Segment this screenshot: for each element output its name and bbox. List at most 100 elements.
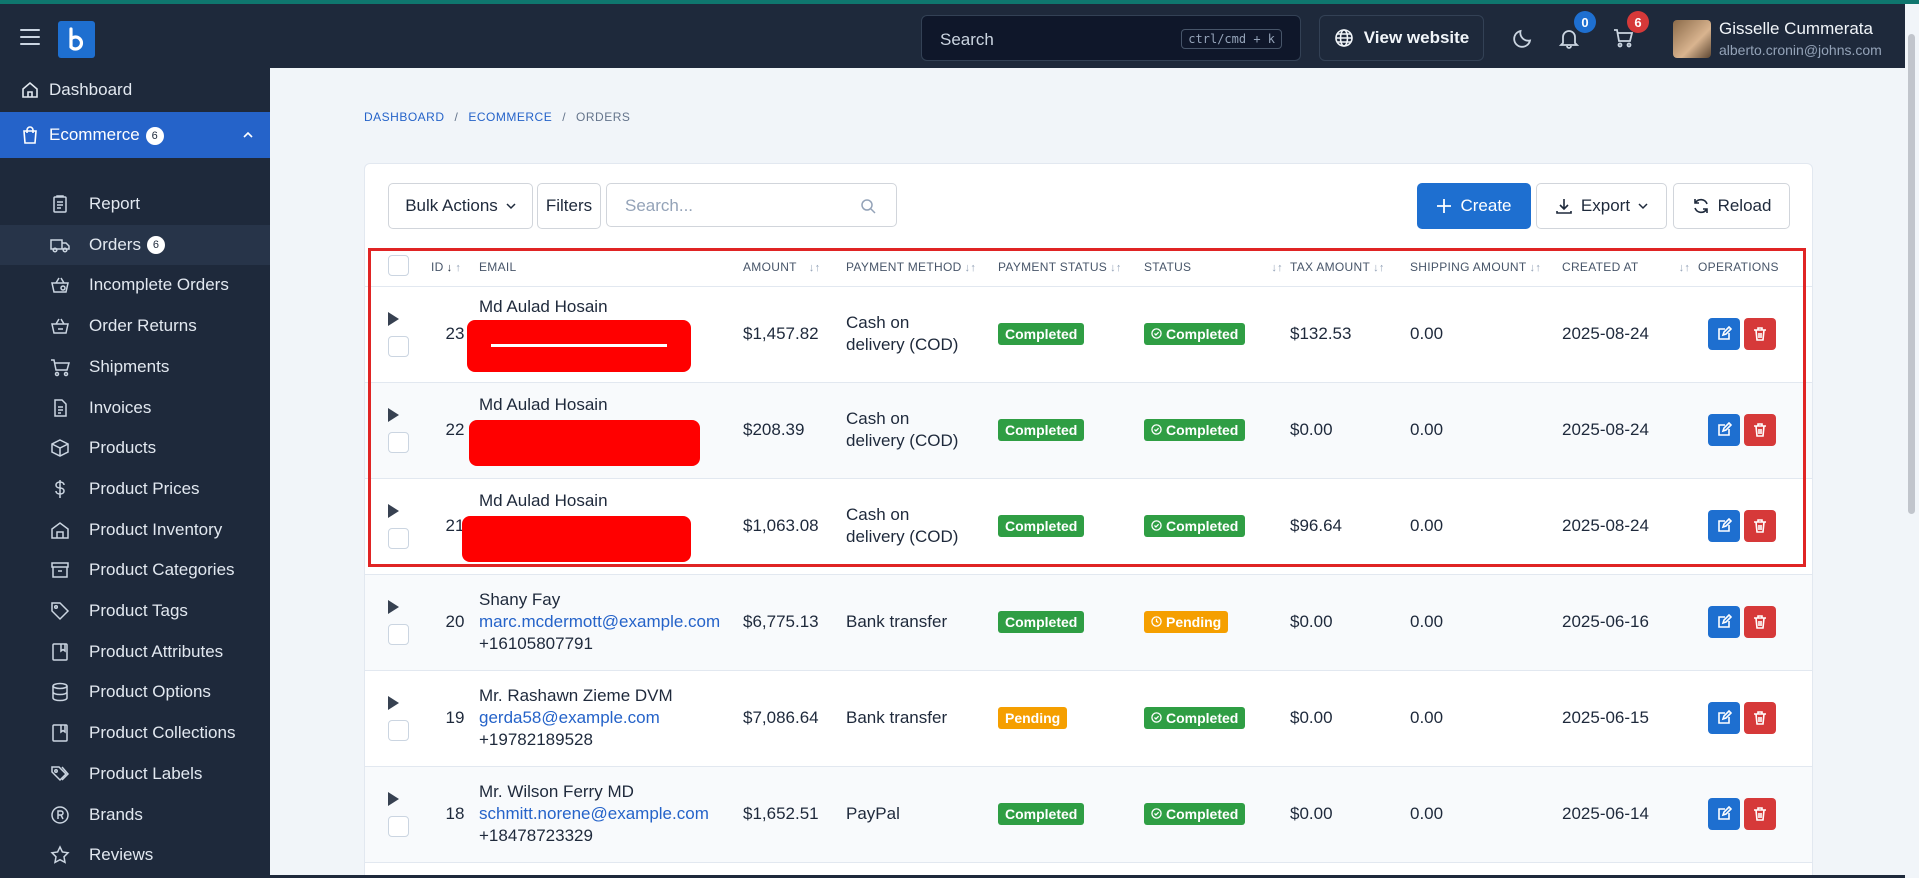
edit-button[interactable] [1708, 510, 1740, 542]
orders-count-badge: 6 [146, 236, 165, 255]
app-logo[interactable] [58, 21, 95, 58]
row-checkbox[interactable] [388, 623, 409, 645]
status-badge: Completed [1144, 707, 1246, 729]
sidebar-item-brands[interactable]: Brands [0, 794, 270, 835]
moon-icon[interactable] [1512, 27, 1534, 49]
sidebar-item-product-inventory[interactable]: Product Inventory [0, 509, 270, 550]
bulk-actions-button[interactable]: Bulk Actions [388, 183, 533, 229]
edit-button[interactable] [1708, 606, 1740, 638]
sidebar-item-product-options[interactable]: Product Options [0, 672, 270, 713]
table-row[interactable]: 23 Md Aulad Hosain $1,457.82 Cash on deliver… [365, 286, 1812, 383]
delete-button[interactable] [1744, 606, 1776, 638]
breadcrumb-ecommerce[interactable]: ECOMMERCE [468, 110, 552, 124]
sidebar-item-reviews[interactable]: Reviews [0, 835, 270, 876]
column-header-payment-method[interactable]: PAYMENT METHOD ↓↑ [846, 248, 998, 287]
sidebar-item-dashboard[interactable]: Dashboard [0, 70, 270, 110]
column-header-shipping-amount[interactable]: SHIPPING AMOUNT ↓↑ [1410, 248, 1562, 287]
row-checkbox[interactable] [388, 335, 409, 357]
truck-icon [50, 238, 70, 253]
column-header-payment-status[interactable]: PAYMENT STATUS ↓↑ [998, 248, 1144, 287]
create-button[interactable]: Create [1417, 183, 1531, 229]
reload-button[interactable]: Reload [1673, 183, 1790, 229]
row-checkbox[interactable] [388, 815, 409, 837]
row-checkbox[interactable] [388, 431, 409, 453]
table-row[interactable]: 21 Md Aulad Hosain $1,063.08 Cash on deliver… [365, 478, 1812, 575]
edit-button[interactable] [1708, 318, 1740, 350]
column-header-id[interactable]: ID ↓ ↑ [431, 248, 479, 287]
export-button[interactable]: Export [1536, 183, 1667, 229]
customer-email-link[interactable]: gerda58@example.com [479, 707, 743, 729]
package-icon [51, 439, 69, 458]
table-row[interactable]: 22 Md Aulad Hosain $208.39 Cash on delivery … [365, 382, 1812, 479]
payment-status-badge: Completed [998, 803, 1085, 825]
cart-badge: 6 [1627, 11, 1649, 33]
expand-row-caret[interactable] [388, 311, 399, 326]
customer-name: Shany Fay [479, 590, 561, 609]
column-header-email[interactable]: EMAIL [479, 248, 743, 287]
table-row[interactable]: 19 Mr. Rashawn Zieme DVM gerda58@example.c… [365, 670, 1812, 767]
filters-button[interactable]: Filters [537, 183, 601, 229]
table-search-input[interactable]: Search... [606, 183, 897, 227]
delete-button[interactable] [1744, 318, 1776, 350]
sidebar-item-product-attributes[interactable]: Product Attributes [0, 631, 270, 672]
delete-button[interactable] [1744, 510, 1776, 542]
column-header-status[interactable]: STATUS ↓↑ [1144, 248, 1290, 287]
payment-method: Bank transfer [846, 612, 948, 631]
sidebar-item-product-categories[interactable]: Product Categories [0, 550, 270, 591]
sidebar-item-product-labels[interactable]: Product Labels [0, 753, 270, 794]
column-header-created-at[interactable]: CREATED AT ↓↑ [1562, 248, 1698, 287]
table-row[interactable]: 20 Shany Fay marc.mcdermott@example.com +16… [365, 574, 1812, 671]
customer-email-link[interactable]: schmitt.norene@example.com [479, 803, 743, 825]
menu-toggle-icon[interactable] [20, 29, 40, 45]
global-search[interactable]: Search ctrl/cmd + k [921, 15, 1301, 61]
customer-email-link[interactable]: marc.mcdermott@example.com [479, 611, 743, 633]
shipping-amount: 0.00 [1410, 478, 1562, 575]
edit-button[interactable] [1708, 798, 1740, 830]
bell-icon[interactable] [1558, 27, 1580, 49]
sidebar-item-product-prices[interactable]: Product Prices [0, 468, 270, 509]
payment-status-badge: Completed [998, 611, 1085, 633]
table-row[interactable]: 18 Mr. Wilson Ferry MD schmitt.norene@exam… [365, 766, 1812, 863]
row-checkbox[interactable] [388, 719, 409, 741]
sidebar-item-shipments[interactable]: Shipments [0, 346, 270, 387]
status-badge: Completed [1144, 803, 1246, 825]
sidebar-item-report[interactable]: Report [0, 184, 270, 224]
breadcrumb-dashboard[interactable]: DASHBOARD [364, 110, 445, 124]
sidebar-item-order-returns[interactable]: Order Returns [0, 306, 270, 347]
sidebar-item-products[interactable]: Products [0, 428, 270, 469]
created-at: 2025-08-24 [1562, 286, 1698, 383]
delete-button[interactable] [1744, 414, 1776, 446]
edit-button[interactable] [1708, 702, 1740, 734]
expand-row-caret[interactable] [388, 503, 399, 518]
delete-button[interactable] [1744, 798, 1776, 830]
row-checkbox[interactable] [388, 527, 409, 549]
expand-row-caret[interactable] [388, 791, 399, 806]
payment-status-badge: Completed [998, 323, 1085, 345]
sidebar-item-invoices[interactable]: Invoices [0, 387, 270, 428]
page-scrollbar[interactable] [1905, 4, 1919, 878]
expand-row-caret[interactable] [388, 407, 399, 422]
user-name[interactable]: Gisselle Cummerata [1719, 19, 1873, 39]
avatar[interactable] [1673, 20, 1711, 58]
file-invoice-icon [54, 398, 67, 417]
expand-row-caret[interactable] [388, 599, 399, 614]
sidebar-item-label: Reviews [89, 845, 154, 865]
sidebar-item-ecommerce[interactable]: Ecommerce 6 [0, 112, 270, 158]
sidebar-item-label: Orders 6 [89, 235, 165, 255]
sidebar-item-product-collections[interactable]: Product Collections [0, 713, 270, 754]
sidebar-item-orders[interactable]: Orders 6 [0, 224, 270, 265]
customer-name: Md Aulad Hosain [479, 491, 608, 510]
select-all-checkbox[interactable] [388, 254, 409, 276]
column-header-tax-amount[interactable]: TAX AMOUNT ↓↑ [1290, 248, 1410, 287]
column-header-amount[interactable]: AMOUNT ↓↑ [743, 248, 846, 287]
edit-button[interactable] [1708, 414, 1740, 446]
order-amount: $1,063.08 [743, 478, 846, 575]
sidebar-item-incomplete-orders[interactable]: Incomplete Orders [0, 265, 270, 306]
home-icon [22, 81, 38, 98]
sidebar-item-label: Product Labels [89, 763, 203, 783]
scrollbar-thumb[interactable] [1908, 34, 1915, 514]
view-website-button[interactable]: View website [1319, 15, 1484, 61]
delete-button[interactable] [1744, 702, 1776, 734]
expand-row-caret[interactable] [388, 695, 399, 710]
sidebar-item-product-tags[interactable]: Product Tags [0, 591, 270, 631]
